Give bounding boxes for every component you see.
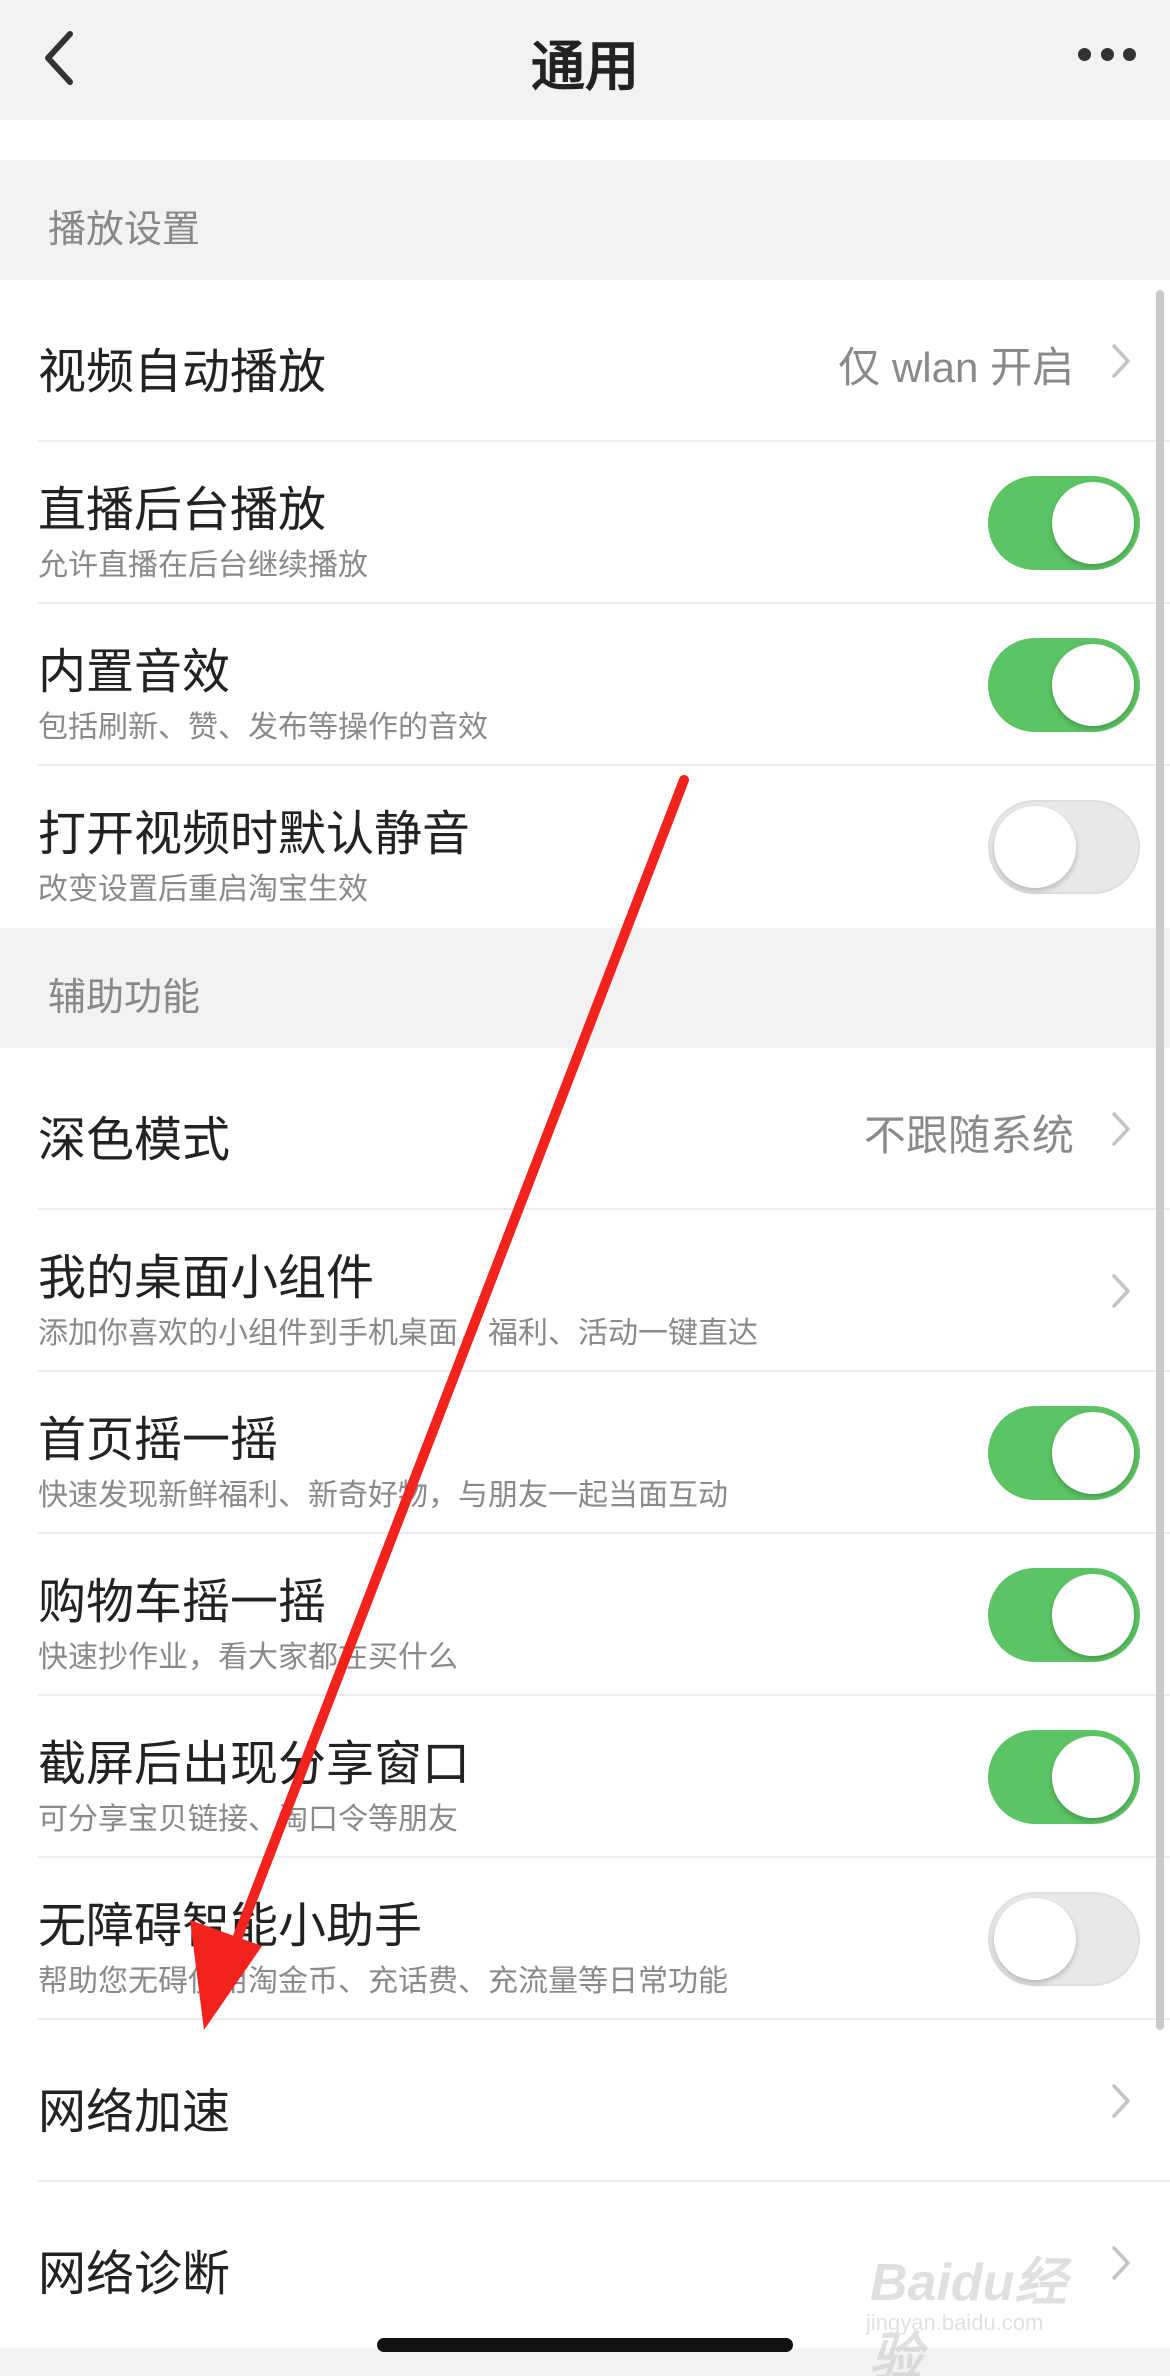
toggle-knob	[994, 1898, 1076, 1980]
toggle-knob	[1052, 1574, 1134, 1656]
setting-row-cart-shake: 购物车摇一摇 快速抄作业，看大家都在买什么	[0, 1534, 1170, 1696]
setting-subtitle: 快速发现新鲜福利、新奇好物，与朋友一起当面互动	[38, 1479, 728, 1512]
setting-title: 我的桌面小组件	[38, 1252, 375, 1305]
chevron-right-icon	[1112, 1112, 1130, 1146]
home-indicator[interactable]	[377, 2338, 793, 2352]
chevron-right-icon	[1112, 1274, 1130, 1308]
setting-row-home-shake: 首页摇一摇 快速发现新鲜福利、新奇好物，与朋友一起当面互动	[0, 1372, 1170, 1534]
setting-subtitle: 包括刷新、赞、发布等操作的音效	[38, 711, 488, 744]
section-header-accessibility: 辅助功能	[0, 928, 1170, 1048]
settings-screen: 通用 播放设置 视频自动播放 仅 wlan 开启 直播后台播放 允许直播在后台继…	[0, 0, 1170, 2376]
setting-subtitle: 可分享宝贝链接、淘口令等朋友	[38, 1803, 458, 1836]
setting-row-desktop-widget[interactable]: 我的桌面小组件 添加你喜欢的小组件到手机桌面，福利、活动一键直达	[0, 1210, 1170, 1372]
setting-row-accessibility-assistant: 无障碍智能小助手 帮助您无碍使用淘金币、充话费、充流量等日常功能	[0, 1858, 1170, 2020]
setting-row-builtin-sound: 内置音效 包括刷新、赞、发布等操作的音效	[0, 604, 1170, 766]
setting-row-network-acceleration[interactable]: 网络加速	[0, 2020, 1170, 2182]
toggle-switch[interactable]	[988, 638, 1140, 732]
toggle-knob	[1052, 644, 1134, 726]
watermark-url: jingyan.baidu.com	[866, 2310, 1044, 2335]
page-title: 通用	[531, 37, 639, 97]
toggle-knob	[994, 806, 1076, 888]
setting-title: 购物车摇一摇	[38, 1576, 327, 1629]
setting-subtitle: 帮助您无碍使用淘金币、充话费、充流量等日常功能	[38, 1965, 728, 1998]
section-header-label: 播放设置	[48, 209, 201, 251]
toggle-switch[interactable]	[988, 1892, 1140, 1986]
toggle-knob	[1052, 1412, 1134, 1494]
setting-row-live-background: 直播后台播放 允许直播在后台继续播放	[0, 442, 1170, 604]
setting-subtitle: 改变设置后重启淘宝生效	[38, 873, 368, 906]
setting-title: 直播后台播放	[38, 484, 327, 537]
toggle-knob	[1052, 1736, 1134, 1818]
setting-row-video-autoplay[interactable]: 视频自动播放 仅 wlan 开启	[0, 280, 1170, 442]
chevron-right-icon	[1112, 2246, 1130, 2280]
setting-title: 内置音效	[38, 646, 231, 699]
setting-title: 视频自动播放	[38, 346, 327, 399]
setting-value: 不跟随系统	[863, 1112, 1074, 1159]
setting-title: 打开视频时默认静音	[38, 808, 471, 861]
setting-row-default-mute: 打开视频时默认静音 改变设置后重启淘宝生效	[0, 766, 1170, 928]
setting-title: 网络加速	[38, 2086, 231, 2139]
setting-title: 无障碍智能小助手	[38, 1900, 423, 1953]
divider	[0, 120, 1170, 160]
scrollbar[interactable]	[1156, 290, 1164, 2030]
setting-value: 仅 wlan 开启	[838, 344, 1074, 391]
toggle-switch[interactable]	[988, 1406, 1140, 1500]
setting-title: 深色模式	[38, 1114, 231, 1167]
toggle-switch[interactable]	[988, 800, 1140, 894]
setting-title: 截屏后出现分享窗口	[38, 1738, 471, 1791]
section-header-label: 辅助功能	[48, 977, 201, 1019]
setting-subtitle: 允许直播在后台继续播放	[38, 549, 368, 582]
setting-subtitle: 添加你喜欢的小组件到手机桌面，福利、活动一键直达	[38, 1317, 758, 1350]
more-dots-icon[interactable]	[1078, 46, 1136, 62]
watermark-logo: Baidu经验 jingyan.baidu.com	[860, 2240, 1110, 2376]
toggle-switch[interactable]	[988, 1568, 1140, 1662]
chevron-right-icon	[1112, 2084, 1130, 2118]
toggle-switch[interactable]	[988, 1730, 1140, 1824]
toggle-knob	[1052, 482, 1134, 564]
watermark-text: Baidu经验	[870, 2254, 1067, 2376]
setting-title: 网络诊断	[38, 2248, 231, 2301]
chevron-right-icon	[1112, 344, 1130, 378]
setting-row-screenshot-share: 截屏后出现分享窗口 可分享宝贝链接、淘口令等朋友	[0, 1696, 1170, 1858]
section-header-playback: 播放设置	[0, 160, 1170, 280]
navigation-bar: 通用	[0, 0, 1170, 120]
setting-title: 首页摇一摇	[38, 1414, 279, 1467]
setting-row-dark-mode[interactable]: 深色模式 不跟随系统	[0, 1048, 1170, 1210]
toggle-switch[interactable]	[988, 476, 1140, 570]
setting-subtitle: 快速抄作业，看大家都在买什么	[38, 1641, 458, 1674]
